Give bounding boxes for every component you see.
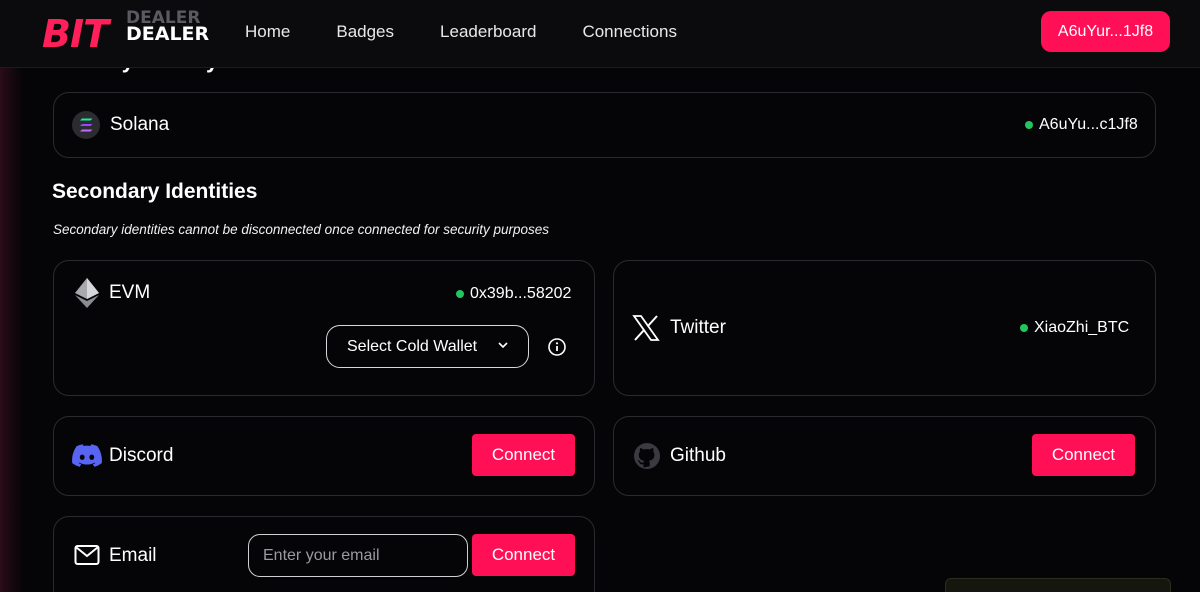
evm-label: EVM [109,282,151,303]
secondary-identities-title: Secondary Identities [52,180,258,203]
email-input[interactable] [248,534,468,577]
x-icon [632,315,660,341]
twitter-handle: XiaoZhi_BTC [1020,319,1129,337]
twitter-label: Twitter [670,317,726,338]
solana-address-text: A6uYu...c1Jf8 [1039,116,1138,133]
solana-card [53,92,1156,158]
nav-badges[interactable]: Badges [336,22,394,42]
discord-connect-button[interactable]: Connect [472,434,575,476]
evm-address: 0x39b...58202 [456,285,571,303]
nav-home[interactable]: Home [245,22,290,42]
select-cold-wallet-label: Select Cold Wallet [347,337,478,355]
github-label: Github [670,445,726,466]
connected-dot [1025,121,1033,129]
solana-icon [72,111,100,139]
wallet-address-button[interactable]: A6uYur...1Jf8 [1041,11,1170,52]
twitter-handle-text: XiaoZhi_BTC [1034,319,1130,336]
email-label: Email [109,545,157,566]
github-connect-button[interactable]: Connect [1032,434,1135,476]
info-icon[interactable] [547,337,567,357]
ethereum-icon [75,278,99,308]
nav-leaderboard[interactable]: Leaderboard [440,22,536,42]
mail-icon [74,545,100,565]
chevron-down-icon [498,342,508,349]
nav-connections[interactable]: Connections [582,22,677,42]
evm-address-text: 0x39b...58202 [470,285,572,302]
solana-label: Solana [110,114,170,135]
connected-dot [1020,324,1028,332]
logo-dealer-text: DEALER [126,23,210,45]
email-connect-button[interactable]: Connect [472,534,575,576]
github-icon [634,443,660,469]
select-cold-wallet-dropdown[interactable]: Select Cold Wallet [326,325,529,368]
bitdealer-logo[interactable]: BIT DEALER DEALER [42,8,209,58]
top-nav-bar: BIT DEALER DEALER Home Badges Leaderboar… [0,0,1200,68]
notification-toast [945,578,1171,592]
discord-icon [72,444,102,467]
side-glow [0,68,24,592]
secondary-identities-note: Secondary identities cannot be disconnec… [53,222,550,237]
discord-label: Discord [109,445,174,466]
logo-bit-text: BIT [42,12,109,56]
main-nav: Home Badges Leaderboard Connections [245,22,723,42]
solana-address: A6uYu...c1Jf8 [1025,116,1138,134]
connected-dot [456,290,464,298]
